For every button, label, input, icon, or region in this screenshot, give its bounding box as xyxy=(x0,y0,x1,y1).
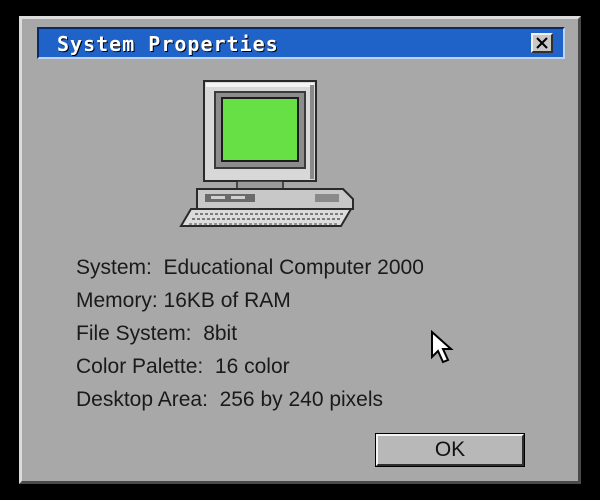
info-label: System: xyxy=(76,256,152,279)
info-label: Memory: xyxy=(76,289,158,312)
system-properties-dialog: System Properties System: Educational Co… xyxy=(19,16,581,484)
info-value: 16KB of RAM xyxy=(163,289,291,312)
info-row-color-palette: Color Palette: 16 color xyxy=(76,350,424,383)
info-row-system: System: Educational Computer 2000 xyxy=(76,251,424,284)
system-info-list: System: Educational Computer 2000 Memory… xyxy=(76,251,424,416)
info-label: Desktop Area: xyxy=(76,388,208,411)
info-label: Color Palette: xyxy=(76,355,204,378)
info-value: Educational Computer 2000 xyxy=(163,256,424,279)
info-value: 8bit xyxy=(203,322,238,345)
ok-button[interactable]: OK xyxy=(375,433,525,467)
info-row-memory: Memory: 16KB of RAM xyxy=(76,284,424,317)
dialog-title: System Properties xyxy=(57,32,279,56)
title-bar[interactable]: System Properties xyxy=(37,27,565,59)
computer-icon xyxy=(175,79,360,239)
info-label: File System: xyxy=(76,322,192,345)
close-x-icon xyxy=(536,37,548,49)
info-value: 16 color xyxy=(214,355,290,378)
info-row-desktop-area: Desktop Area: 256 by 240 pixels xyxy=(76,383,424,416)
mouse-pointer-icon xyxy=(430,329,458,371)
close-button[interactable] xyxy=(531,33,553,53)
info-value: 256 by 240 pixels xyxy=(219,388,384,411)
info-row-file-system: File System: 8bit xyxy=(76,317,424,350)
